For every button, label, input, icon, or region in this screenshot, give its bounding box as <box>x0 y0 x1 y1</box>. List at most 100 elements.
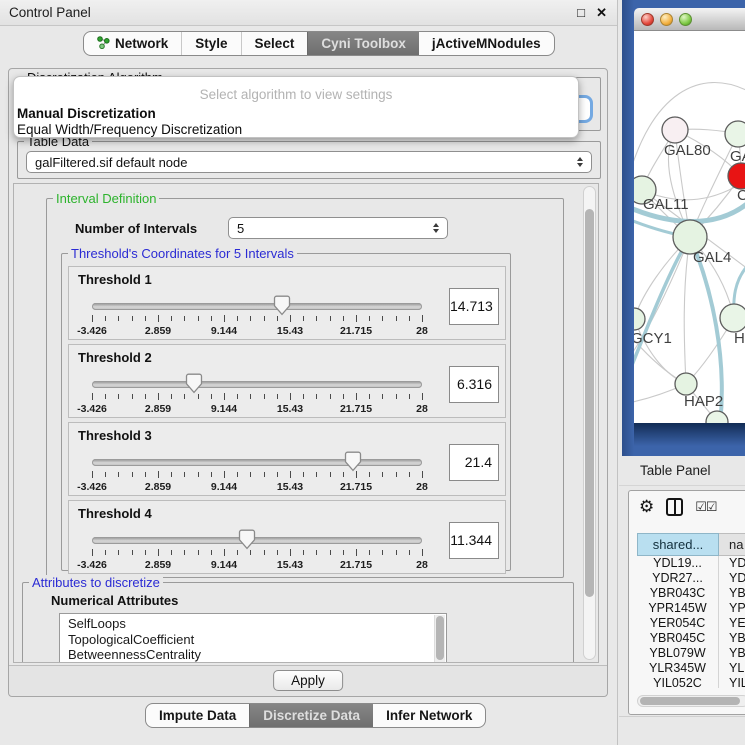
attribute-item-topologicalcoefficient[interactable]: TopologicalCoefficient <box>68 632 446 648</box>
close-traffic-light-icon[interactable] <box>641 13 654 26</box>
slider-tick <box>356 315 357 322</box>
table-panel-footer <box>619 716 745 745</box>
slider-track[interactable] <box>92 537 422 544</box>
slider-tick <box>316 472 317 477</box>
slider-tick <box>118 550 119 555</box>
slider-tick-label: 21.715 <box>340 559 372 571</box>
number-of-intervals-spinner[interactable]: 5 <box>228 217 448 239</box>
table-row[interactable]: YBR043CYBR0 <box>637 586 745 601</box>
network-node[interactable] <box>728 163 745 189</box>
threshold-slider[interactable]: -3.4262.8599.14415.4321.71528 <box>92 373 422 417</box>
column-header-shared[interactable]: shared... <box>637 533 719 556</box>
tab-impute-data[interactable]: Impute Data <box>146 704 249 727</box>
slider-track[interactable] <box>92 381 422 388</box>
list-scrollbar-thumb[interactable] <box>436 616 444 660</box>
network-window-titlebar[interactable] <box>634 8 745 31</box>
table-row[interactable]: YPR145WYPR1 <box>637 601 745 616</box>
tab-network[interactable]: Network <box>84 32 181 55</box>
vertical-scrollbar[interactable] <box>583 186 596 660</box>
network-icon <box>97 35 110 52</box>
interval-definition-title: Interval Definition <box>53 191 159 206</box>
table-row[interactable]: YDL19...YDL1 <box>637 556 745 571</box>
threshold-value-field[interactable]: 11.344 <box>449 522 499 559</box>
slider-tick <box>369 472 370 477</box>
apply-button[interactable]: Apply <box>273 670 343 691</box>
horizontal-scrollbar-thumb[interactable] <box>640 697 740 705</box>
network-canvas[interactable]: GAL80GACGAL11GAL4GCY1HHAP2 <box>634 31 745 423</box>
slider-tick-label: -3.426 <box>77 559 107 571</box>
slider-thumb[interactable] <box>186 373 203 399</box>
tab-select[interactable]: Select <box>241 32 308 55</box>
table-row[interactable]: YBL079WYBL0 <box>637 646 745 661</box>
gear-icon[interactable]: ⚙ <box>639 497 654 517</box>
slider-tick <box>158 549 159 556</box>
table-row[interactable]: YDR27...YDR2 <box>637 571 745 586</box>
slider-track[interactable] <box>92 303 422 310</box>
network-node[interactable] <box>720 304 745 332</box>
tab-label: Infer Network <box>386 708 472 723</box>
threshold-value-field[interactable]: 14.713 <box>449 288 499 325</box>
threshold-slider[interactable]: -3.4262.8599.14415.4321.71528 <box>92 451 422 495</box>
float-window-icon[interactable]: □ <box>577 6 585 20</box>
attribute-item-betweennesscentrality[interactable]: BetweennessCentrality <box>68 647 446 663</box>
cell-name: YBL0 <box>719 646 745 661</box>
slider-thumb[interactable] <box>239 529 256 555</box>
network-node[interactable] <box>634 308 645 330</box>
split-columns-icon[interactable] <box>666 498 683 516</box>
tab-discretize-data[interactable]: Discretize Data <box>249 704 373 727</box>
zoom-traffic-light-icon[interactable] <box>679 13 692 26</box>
attributes-group-title: Attributes to discretize <box>29 575 163 590</box>
slider-thumb[interactable] <box>344 451 361 477</box>
threshold-value-field[interactable]: 21.4 <box>449 444 499 481</box>
slider-tick <box>145 472 146 477</box>
close-icon[interactable]: ✕ <box>596 6 607 20</box>
slider-tick <box>118 472 119 477</box>
cell-name: YBR0 <box>719 586 745 601</box>
cell-shared-name: YIL052C <box>637 676 719 688</box>
tab-jactivemnodules[interactable]: jActiveMNodules <box>419 32 554 55</box>
algorithm-dropdown-popup: Select algorithm to view settings Manual… <box>13 76 579 138</box>
minimize-traffic-light-icon[interactable] <box>660 13 673 26</box>
horizontal-scrollbar[interactable] <box>637 695 745 707</box>
select-columns-checkboxes-icon[interactable]: ☑☑ <box>695 499 716 515</box>
network-node[interactable] <box>725 121 745 147</box>
list-scrollbar[interactable] <box>434 615 445 663</box>
threshold-label: Threshold 3 <box>78 428 152 443</box>
attribute-item-selfloops[interactable]: SelfLoops <box>68 616 446 632</box>
network-node[interactable] <box>662 117 688 143</box>
table-row[interactable]: YBR045CYBR0 <box>637 631 745 646</box>
algorithm-option-equal-width-frequency[interactable]: Equal Width/Frequency Discretization <box>17 122 242 137</box>
slider-track[interactable] <box>92 459 422 466</box>
network-edge[interactable] <box>634 319 686 384</box>
slider-tick <box>303 394 304 399</box>
network-node[interactable] <box>675 373 697 395</box>
slider-tick <box>264 550 265 555</box>
table-row[interactable]: YIL052CYIL0 <box>637 676 745 688</box>
threshold-slider[interactable]: -3.4262.8599.14415.4321.71528 <box>92 295 422 339</box>
table-row[interactable]: YLR345WYLR3 <box>637 661 745 676</box>
control-panel-titlebar: Control Panel □ ✕ <box>0 0 617 26</box>
tab-style[interactable]: Style <box>181 32 240 55</box>
threshold-panel-1: Threshold 1-3.4262.8599.14415.4321.71528… <box>68 266 506 340</box>
slider-tick-label: 21.715 <box>340 325 372 337</box>
algorithm-option-manual-discretization[interactable]: Manual Discretization <box>17 106 156 121</box>
table-data-select[interactable]: galFiltered.sif default node <box>26 151 592 173</box>
tab-infer-network[interactable]: Infer Network <box>373 704 485 727</box>
column-header-name[interactable]: na <box>719 533 745 556</box>
slider-thumb[interactable] <box>274 295 291 321</box>
slider-tick <box>171 550 172 555</box>
cyni-bottom-tabbar: Impute DataDiscretize Data Infer Network <box>145 703 486 728</box>
slider-tick-label: 2.859 <box>145 559 171 571</box>
threshold-value-field[interactable]: 6.316 <box>449 366 499 403</box>
table-row[interactable]: YER054CYER0 <box>637 616 745 631</box>
slider-tick <box>369 394 370 399</box>
tab-cyni-toolbox[interactable]: Cyni Toolbox <box>307 32 419 55</box>
number-of-intervals-label: Number of Intervals <box>75 221 197 236</box>
vertical-scrollbar-thumb[interactable] <box>585 209 594 597</box>
slider-tick <box>132 472 133 477</box>
slider-tick <box>171 316 172 321</box>
network-edge[interactable] <box>684 237 690 384</box>
numerical-attributes-list[interactable]: SelfLoopsTopologicalCoefficientBetweenne… <box>59 613 447 663</box>
slider-tick <box>303 550 304 555</box>
threshold-slider[interactable]: -3.4262.8599.14415.4321.71528 <box>92 529 422 573</box>
